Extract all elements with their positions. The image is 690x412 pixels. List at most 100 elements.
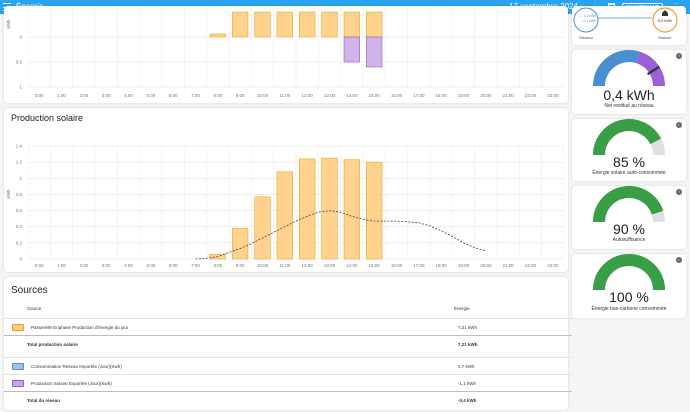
x-tick-label: 17:00 — [413, 263, 425, 268]
y-tick-label: 0.5 — [16, 60, 23, 65]
x-tick-label: 2:00 — [79, 263, 88, 268]
sources-title: Sources — [11, 285, 48, 296]
source-column-header: Source — [27, 306, 42, 311]
x-tick-label: 2:00 — [79, 93, 88, 98]
x-tick-label: 9:00 — [236, 263, 245, 268]
source-label: Passerelle Enphase Production d'énergie … — [31, 325, 129, 330]
bar — [321, 157, 338, 260]
x-tick-label: 18:00 — [436, 93, 448, 98]
x-tick-label: 13:00 — [324, 93, 336, 98]
x-tick-label: 23:00 — [547, 93, 559, 98]
x-tick-label: 13:00 — [324, 263, 336, 268]
bar — [276, 171, 293, 260]
x-tick-label: 1:00 — [57, 93, 66, 98]
x-tick-label: 16:00 — [391, 93, 403, 98]
x-tick-label: 20:00 — [480, 93, 492, 98]
x-tick-label: 4:00 — [124, 93, 133, 98]
x-tick-label: 18:00 — [436, 263, 448, 268]
total-row: Total production solaire 7,21 kWh — [4, 335, 572, 352]
gauge-label: Énergie solaire auto-consommée — [592, 170, 666, 176]
bar — [366, 161, 383, 260]
x-tick-label: 14:00 — [346, 93, 358, 98]
bar — [209, 33, 226, 38]
x-tick-label: 7:00 — [191, 93, 200, 98]
source-row: Passerelle Enphase Production d'énergie … — [4, 318, 572, 335]
source-label: Total production solaire — [27, 342, 78, 347]
gauge-card-self-consumed: i 85 % Énergie solaire auto-consommée — [572, 119, 686, 181]
gauge-card-net-returned: i 0,4 kWh Net restitué au réseau — [572, 50, 686, 114]
total-row: Total du réseau -0,4 kWh — [4, 391, 572, 408]
x-tick-label: 12:00 — [302, 93, 314, 98]
y-tick-label: 1.2 — [16, 160, 23, 165]
source-energy-value: -0,4 kWh — [458, 398, 477, 403]
sources-table-card: Sources Source Énergie Passerelle Enphas… — [4, 277, 572, 410]
home-value: 5,5 kWh — [658, 18, 673, 23]
bar — [276, 11, 293, 38]
x-tick-label: 8:00 — [213, 93, 222, 98]
gauge-label: Net restitué au réseau — [604, 103, 654, 109]
x-tick-label: 19:00 — [458, 93, 470, 98]
source-color-swatch — [12, 324, 24, 331]
y-axis-label: kWh — [6, 19, 11, 28]
x-tick-label: 15:00 — [369, 93, 381, 98]
x-tick-label: 5:00 — [146, 93, 155, 98]
x-tick-label: 19:00 — [458, 263, 470, 268]
x-tick-label: 16:00 — [391, 263, 403, 268]
gauge-arc-consumed — [593, 50, 641, 87]
gauge-card-low-carbon: i 100 % Énergie bas-carbone consommée — [572, 254, 686, 318]
x-tick-label: 9:00 — [236, 93, 245, 98]
y-tick-label: 0 — [19, 257, 22, 262]
energy-usage-chart: 0 0.5 1 kWh 0:00 1:00 2:00 3:00 4:00 5:00 6:00 7:00… — [6, 6, 565, 98]
y-tick-label: 0.2 — [16, 240, 23, 245]
solar-production-chart: 0 0.2 0.4 0.6 0.8 1 1.2 1.4 kWh 0:00 1:00 2:00 3:00 4… — [6, 144, 565, 268]
info-icon[interactable]: i — [676, 257, 682, 263]
x-tick-label: 11:00 — [279, 93, 290, 98]
x-tick-label: 5:00 — [146, 263, 155, 268]
bar — [366, 11, 383, 38]
x-tick-label: 21:00 — [503, 93, 515, 98]
gauge-label: Autosuffisance — [612, 237, 646, 243]
bar — [321, 11, 338, 38]
gauge-value: 0,4 kWh — [603, 87, 655, 103]
gauge-arc-fill — [593, 119, 662, 156]
y-tick-label: 0.8 — [16, 192, 23, 197]
x-tick-label: 17:00 — [413, 93, 425, 98]
source-color-swatch — [12, 380, 24, 387]
source-energy-value: -1,1 kWh — [458, 381, 477, 386]
x-tick-label: 10:00 — [257, 263, 269, 268]
y-tick-label: 1 — [19, 85, 22, 90]
source-label: Production Solaire Exportée (Jour)(Kwh) — [31, 381, 112, 386]
bar — [254, 196, 271, 260]
x-tick-label: 15:00 — [369, 263, 381, 268]
x-tick-label: 22:00 — [525, 93, 537, 98]
info-icon[interactable]: i — [676, 53, 682, 59]
y-tick-label: 1.4 — [16, 144, 23, 149]
gauge-value: 85 % — [613, 154, 645, 170]
x-tick-label: 12:00 — [302, 263, 314, 268]
energy-usage-card: 0 0.5 1 kWh 0:00 1:00 2:00 3:00 4:00 5:00 6:00 7:00… — [4, 6, 568, 103]
bar — [232, 228, 249, 260]
info-icon[interactable]: i — [676, 122, 682, 128]
bar — [299, 158, 316, 260]
solar-production-title: Production solaire — [11, 113, 84, 123]
grid-out-value: → 0,7 kWh — [579, 19, 596, 23]
gauge-arc-fill — [593, 186, 664, 223]
x-tick-label: 0:00 — [35, 263, 44, 268]
source-row: Consommation Reseau Importée (Jour)(Kwh)… — [4, 357, 572, 374]
source-row: Production Solaire Exportée (Jour)(Kwh) -… — [4, 374, 572, 391]
source-label: Total du réseau — [27, 398, 60, 403]
gauge-value: 100 % — [609, 289, 649, 305]
y-tick-label: 0 — [19, 35, 22, 40]
source-energy-value: 0,7 kWh — [458, 364, 475, 369]
x-tick-label: 8:00 — [213, 263, 222, 268]
bar — [232, 11, 249, 38]
x-tick-label: 6:00 — [169, 263, 178, 268]
bar — [299, 11, 316, 38]
y-tick-label: 1 — [19, 176, 22, 181]
bar — [343, 36, 360, 63]
energy-distribution-card: ← 1,1 kWh → 0,7 kWh 5,5 kWh Réseau Maiso… — [572, 6, 686, 45]
info-icon[interactable]: i — [676, 189, 682, 195]
y-axis-label: kWh — [6, 189, 11, 198]
x-tick-label: 10:00 — [257, 93, 269, 98]
home-label: Maison — [659, 35, 672, 40]
